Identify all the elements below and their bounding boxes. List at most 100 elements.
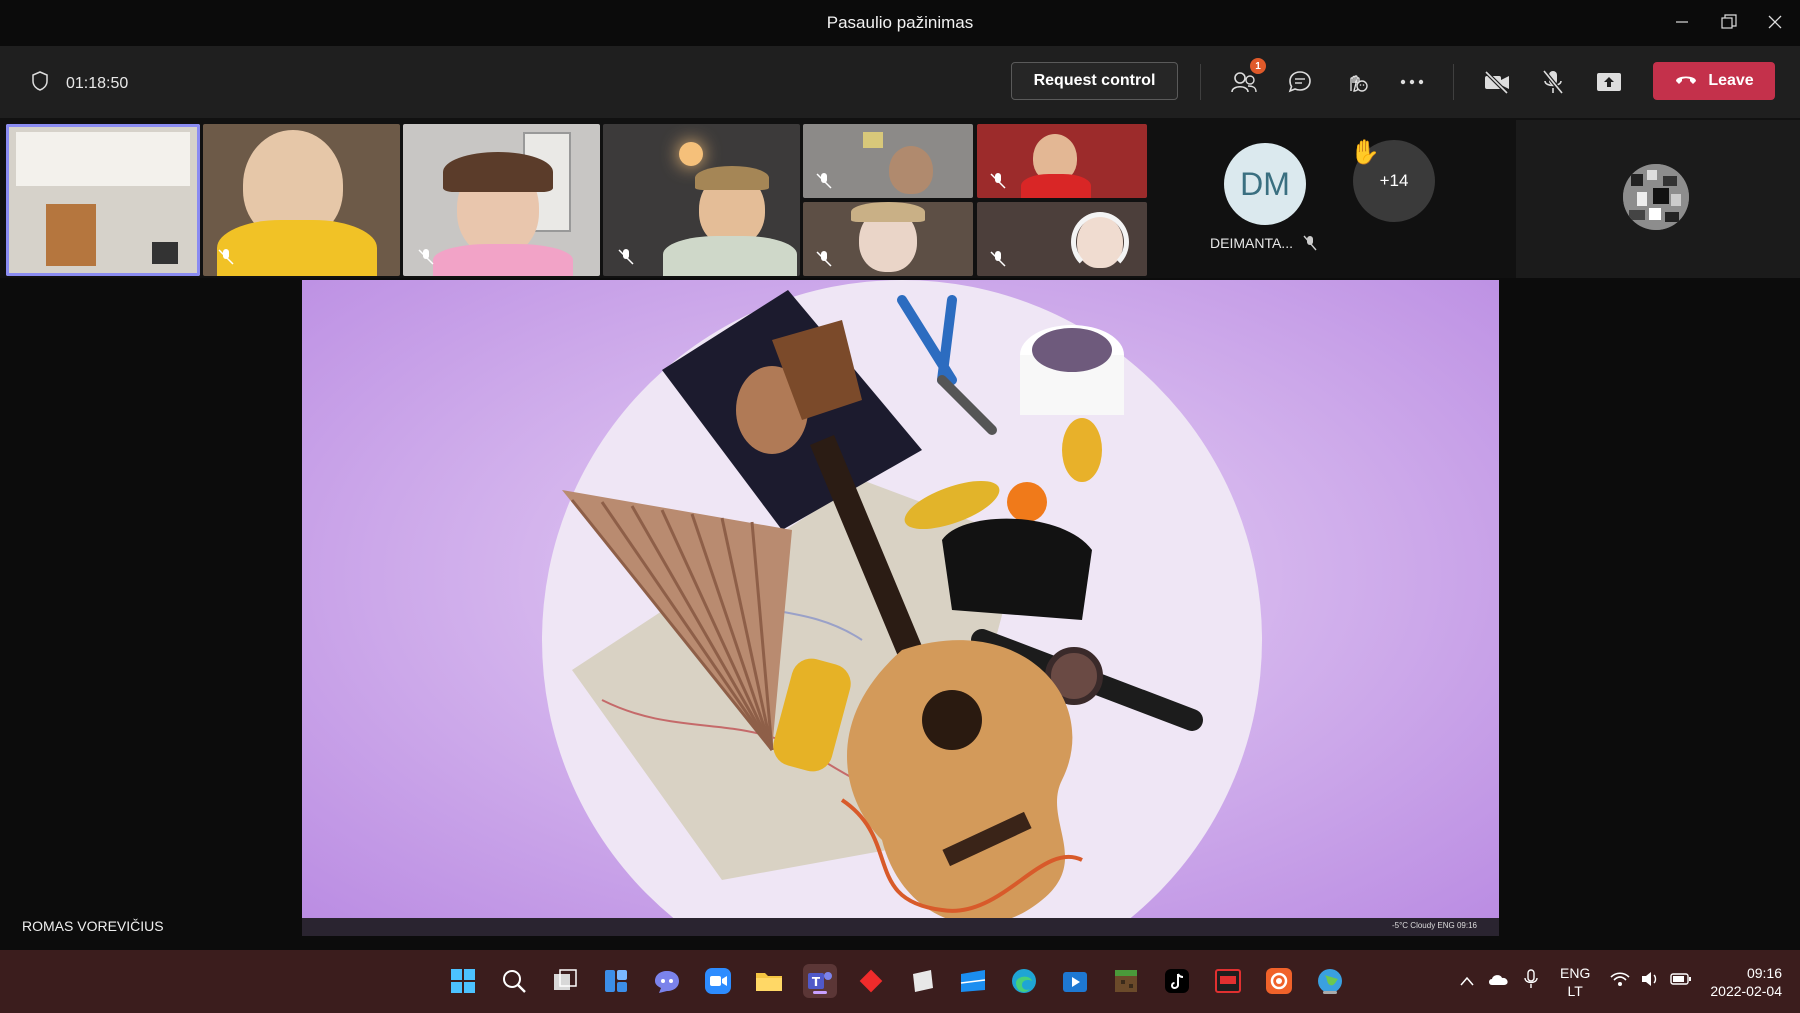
microphone-icon[interactable] bbox=[1524, 969, 1538, 994]
headphones bbox=[1071, 212, 1129, 272]
orange bbox=[1007, 482, 1047, 522]
active-app-indicator bbox=[813, 991, 827, 994]
ukulele-soundhole bbox=[922, 690, 982, 750]
microphone-off-icon bbox=[816, 251, 832, 267]
participant-video-tile[interactable] bbox=[977, 124, 1147, 198]
participants-badge: 1 bbox=[1250, 58, 1266, 74]
wall-picture bbox=[863, 132, 883, 148]
participant-video-tile[interactable] bbox=[203, 124, 400, 276]
toolbar-divider bbox=[1453, 64, 1454, 100]
microphone-off-icon bbox=[618, 249, 634, 265]
screen-recorder-icon[interactable] bbox=[1262, 964, 1296, 998]
participant-video-tile[interactable] bbox=[803, 124, 973, 198]
shared-taskbar-status: -5°C Cloudy ENG 09:16 bbox=[1391, 921, 1477, 930]
participant-video-tile[interactable] bbox=[403, 124, 600, 276]
onedrive-icon[interactable] bbox=[1488, 972, 1510, 991]
shared-screen-taskbar: -5°C Cloudy ENG 09:16 bbox=[302, 918, 1499, 936]
teams-chat-icon[interactable] bbox=[650, 964, 684, 998]
microphone-off-icon bbox=[1303, 235, 1317, 251]
reactions-icon[interactable] bbox=[1338, 64, 1374, 100]
meeting-toolbar: 01:18:50 Request control 1 Leave bbox=[0, 46, 1800, 118]
zoom-icon[interactable] bbox=[701, 964, 735, 998]
chevron-up-icon[interactable] bbox=[1460, 973, 1474, 991]
wifi-icon bbox=[1610, 971, 1630, 992]
media-player-icon[interactable] bbox=[1058, 964, 1092, 998]
presenter-name: ROMAS VOREVIČIUS bbox=[22, 918, 164, 934]
language-line1: ENG bbox=[1560, 964, 1591, 981]
language-indicator[interactable]: ENG LT bbox=[1560, 950, 1590, 1013]
meeting-stage: -5°C Cloudy ENG 09:16 ROMAS VOREVIČIUS bbox=[0, 278, 1800, 950]
microphone-off-icon bbox=[990, 173, 1006, 189]
red-shirt bbox=[1021, 174, 1091, 198]
clock-date: 2022-02-04 bbox=[1710, 983, 1782, 999]
toolbar-divider bbox=[1200, 64, 1201, 100]
start-icon[interactable] bbox=[446, 964, 480, 998]
minimize-icon[interactable] bbox=[1665, 8, 1699, 36]
window-title: Pasaulio pažinimas bbox=[826, 13, 974, 32]
search-icon[interactable] bbox=[497, 964, 531, 998]
minecraft-icon[interactable] bbox=[1109, 964, 1143, 998]
system-clock[interactable]: 09:16 2022-02-04 bbox=[1700, 964, 1782, 1000]
close-icon[interactable] bbox=[1758, 8, 1792, 36]
language-line2: LT bbox=[1567, 982, 1583, 999]
store-icon[interactable] bbox=[956, 964, 990, 998]
teams-icon[interactable]: T bbox=[803, 964, 837, 998]
notes-icon[interactable] bbox=[905, 964, 939, 998]
leave-label: Leave bbox=[1708, 72, 1754, 89]
more-options-icon[interactable] bbox=[1394, 64, 1430, 100]
ceiling bbox=[16, 132, 190, 186]
microphone-off-icon[interactable] bbox=[1535, 64, 1571, 100]
raised-hand-icon: ✋ bbox=[1350, 139, 1380, 166]
microphone-off-icon bbox=[990, 251, 1006, 267]
svg-text:T: T bbox=[812, 975, 821, 989]
status-icons[interactable] bbox=[1610, 950, 1692, 1013]
battery-icon bbox=[1670, 972, 1692, 991]
participant-shirt bbox=[663, 236, 797, 276]
pink-shirt bbox=[433, 244, 573, 276]
door bbox=[46, 204, 96, 266]
active-app-indicator bbox=[1323, 991, 1337, 994]
chat-icon[interactable] bbox=[1282, 64, 1318, 100]
participant-video-tile[interactable] bbox=[803, 202, 973, 276]
shield-icon[interactable] bbox=[30, 70, 50, 97]
edge-icon[interactable] bbox=[1007, 964, 1041, 998]
restore-icon[interactable] bbox=[1712, 8, 1746, 36]
participant-hair bbox=[851, 202, 925, 222]
widgets-icon[interactable] bbox=[599, 964, 633, 998]
participant-video-tile[interactable] bbox=[977, 202, 1147, 276]
yellow-hoodie bbox=[217, 220, 377, 276]
file-explorer-icon[interactable] bbox=[752, 964, 786, 998]
tiktok-icon[interactable] bbox=[1160, 964, 1194, 998]
task-view-icon[interactable] bbox=[548, 964, 582, 998]
leave-button[interactable]: Leave bbox=[1653, 62, 1775, 100]
shared-screen[interactable]: -5°C Cloudy ENG 09:16 bbox=[302, 280, 1499, 936]
meeting-info: 01:18:50 bbox=[30, 70, 128, 97]
phone-hangup-icon bbox=[1674, 72, 1698, 91]
microphone-off-icon bbox=[218, 249, 234, 265]
lamp-light bbox=[679, 142, 703, 166]
share-screen-icon[interactable] bbox=[1591, 64, 1627, 100]
participant-name-text: DEIMANTA... bbox=[1210, 235, 1293, 251]
meeting-timer: 01:18:50 bbox=[66, 74, 129, 92]
participant-video-tile[interactable] bbox=[6, 124, 200, 276]
microphone-off-icon bbox=[816, 173, 832, 189]
camera-off-icon[interactable] bbox=[1479, 64, 1515, 100]
participants-icon[interactable]: 1 bbox=[1226, 58, 1266, 100]
participant-avatar[interactable]: DM bbox=[1224, 143, 1306, 225]
yellow-balloon bbox=[1062, 418, 1102, 482]
anydesk-icon[interactable] bbox=[854, 964, 888, 998]
participant-gallery: DM DEIMANTA... +14 ✋ bbox=[0, 118, 1800, 278]
globe-app-icon[interactable] bbox=[1313, 964, 1347, 998]
monitor bbox=[152, 242, 178, 264]
participant-name: DEIMANTA... bbox=[1210, 235, 1317, 251]
participant-face bbox=[889, 146, 933, 194]
pinned-participant-panel[interactable] bbox=[1516, 120, 1800, 278]
system-tray bbox=[1460, 950, 1538, 1013]
clock-time: 09:16 bbox=[1746, 965, 1782, 981]
gloves bbox=[942, 518, 1092, 620]
presentation-app-icon[interactable] bbox=[1211, 964, 1245, 998]
participant-video-tile[interactable] bbox=[603, 124, 800, 276]
shared-photo bbox=[302, 280, 1499, 936]
participant-hair bbox=[695, 166, 769, 190]
request-control-button[interactable]: Request control bbox=[1011, 62, 1178, 100]
